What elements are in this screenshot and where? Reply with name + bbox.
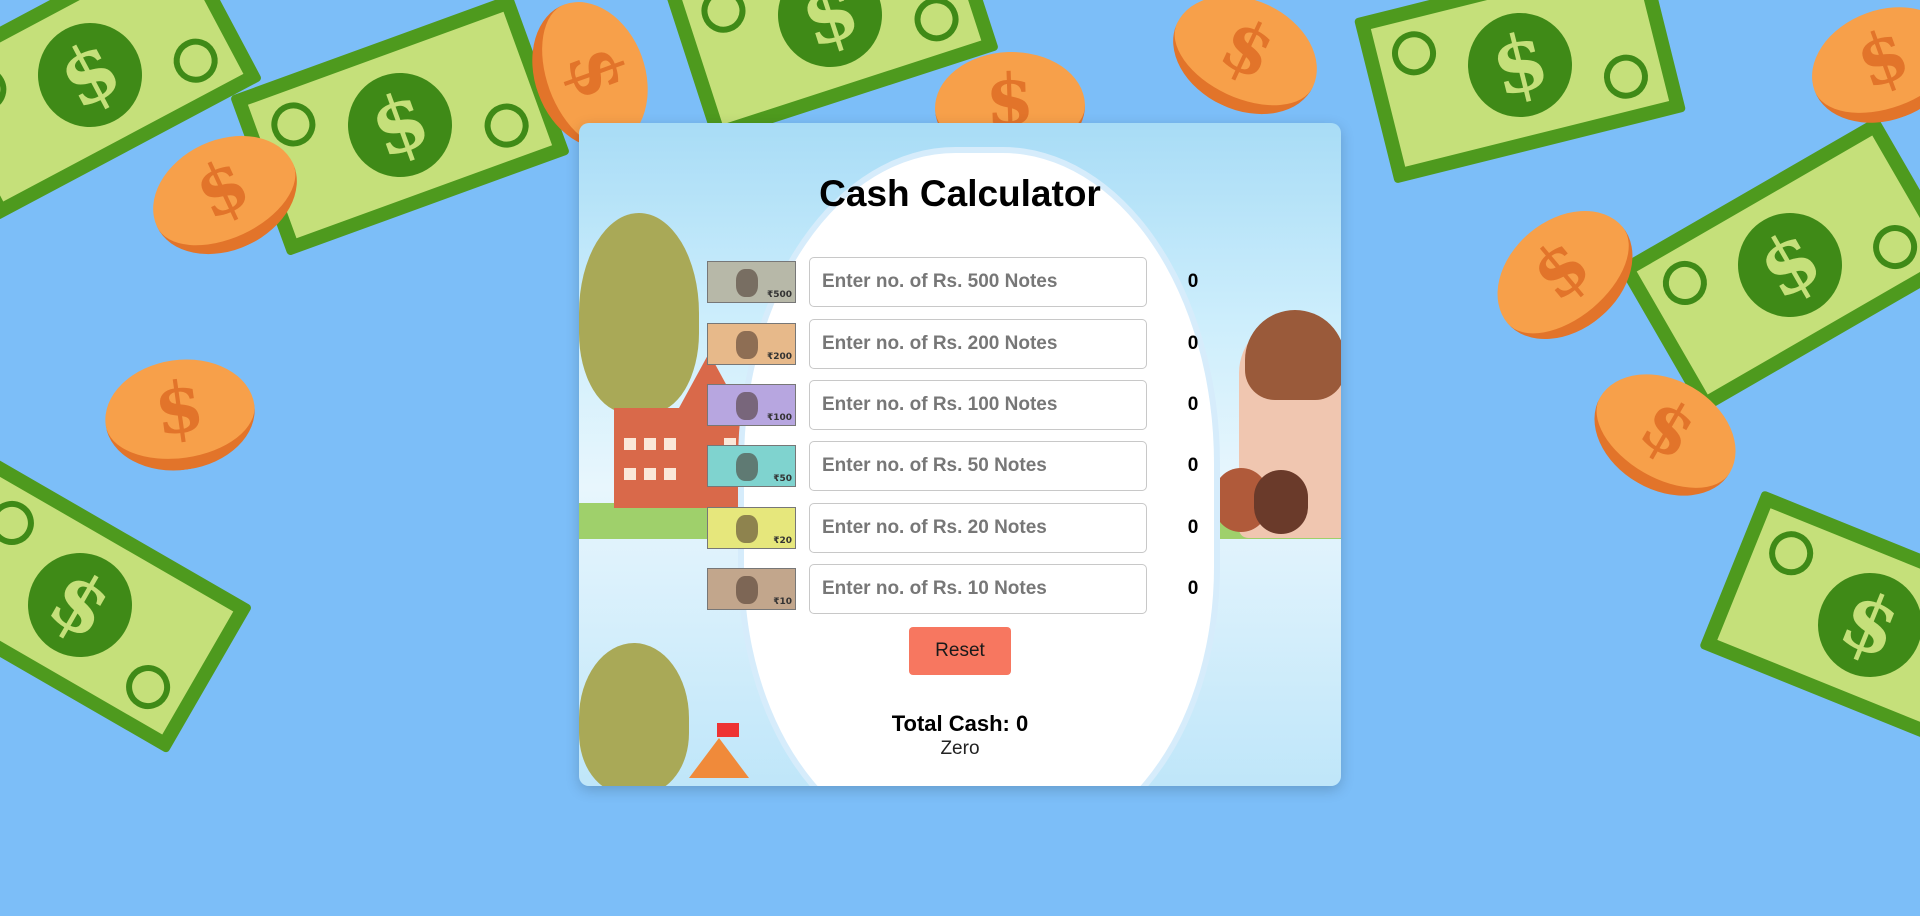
rs-500-count: 0 [1187, 271, 1199, 292]
calculator-card: Cash Calculator ₹500 0 ₹200 0 ₹100 0 ₹50… [579, 123, 1341, 786]
dollar-sign-icon: $ [19, 4, 161, 146]
dollar-sign-icon: $ [1456, 1, 1584, 129]
dollar-bill-icon: $ [1617, 116, 1920, 414]
rupee-100-note-icon: ₹100 [707, 384, 796, 426]
rs-10-count: 0 [1187, 578, 1199, 599]
dollar-coin-icon: $ [1795, 0, 1920, 143]
rupee-10-note-icon: ₹10 [707, 568, 796, 610]
rupee-500-note-icon: ₹500 [707, 261, 796, 303]
total-in-words: Zero [940, 738, 980, 759]
dollar-sign-icon: $ [8, 533, 152, 677]
rupee-50-note-icon: ₹50 [707, 445, 796, 487]
rs-200-input[interactable] [809, 319, 1147, 369]
rs-500-input[interactable] [809, 257, 1147, 307]
rs-100-count: 0 [1187, 394, 1199, 415]
dollar-sign-icon: $ [1802, 557, 1920, 693]
reset-button[interactable]: Reset [909, 627, 1011, 675]
dollar-bill-icon: $ [1699, 489, 1920, 761]
rupee-200-note-icon: ₹200 [707, 323, 796, 365]
rs-50-input[interactable] [809, 441, 1147, 491]
rs-10-input[interactable] [809, 564, 1147, 614]
dollar-bill-icon: $ [0, 456, 253, 754]
rupee-20-note-icon: ₹20 [707, 507, 796, 549]
dollar-sign-icon: $ [1718, 193, 1862, 337]
dollar-sign-icon: $ [764, 0, 896, 81]
dollar-bill-icon: $ [1353, 0, 1687, 184]
rs-20-input[interactable] [809, 503, 1147, 553]
dollar-coin-icon: $ [1153, 0, 1337, 137]
dollar-coin-icon: $ [98, 350, 262, 480]
rs-20-count: 0 [1187, 517, 1199, 538]
dollar-sign-icon: $ [333, 58, 467, 192]
page-title: Cash Calculator [819, 173, 1101, 214]
rs-200-count: 0 [1187, 333, 1199, 354]
rs-100-input[interactable] [809, 380, 1147, 430]
rs-50-count: 0 [1187, 455, 1199, 476]
total-cash: Total Cash: 0 [891, 711, 1029, 736]
